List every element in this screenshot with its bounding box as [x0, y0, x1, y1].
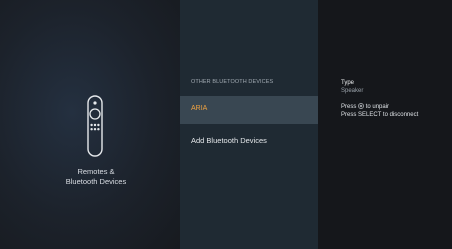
unpair-instruction-prefix: Press: [341, 104, 357, 110]
bluetooth-settings-screen: Remotes & Bluetooth Devices OTHER BLUETO…: [0, 0, 452, 249]
fire-tv-remote-icon: [87, 95, 103, 157]
settings-category-title-line1: Remotes &: [77, 167, 115, 176]
add-bluetooth-devices-item[interactable]: Add Bluetooth Devices: [191, 136, 267, 145]
device-type-value: Speaker: [341, 87, 364, 94]
device-details: Type Speaker Press to unpair Press SELEC…: [341, 80, 449, 119]
devices-list-panel: [180, 0, 318, 249]
unpair-instruction-suffix: to unpair: [365, 104, 390, 110]
device-details-panel: [318, 0, 452, 249]
device-item-aria[interactable]: ARIA: [180, 96, 318, 124]
settings-category-title: Remotes & Bluetooth Devices: [40, 167, 152, 187]
settings-category-panel: Remotes & Bluetooth Devices: [0, 0, 180, 249]
section-header-other-devices: OTHER BLUETOOTH DEVICES: [191, 79, 274, 85]
device-instructions: Press to unpair Press SELECT to disconne…: [341, 103, 449, 119]
settings-category-title-line2: Bluetooth Devices: [65, 177, 127, 186]
disconnect-instruction: Press SELECT to disconnect: [341, 112, 419, 118]
device-item-label: ARIA: [191, 105, 208, 112]
device-type-label: Type: [341, 80, 355, 86]
unpair-instruction: Press to unpair: [341, 103, 449, 111]
menu-button-icon: [358, 103, 364, 109]
